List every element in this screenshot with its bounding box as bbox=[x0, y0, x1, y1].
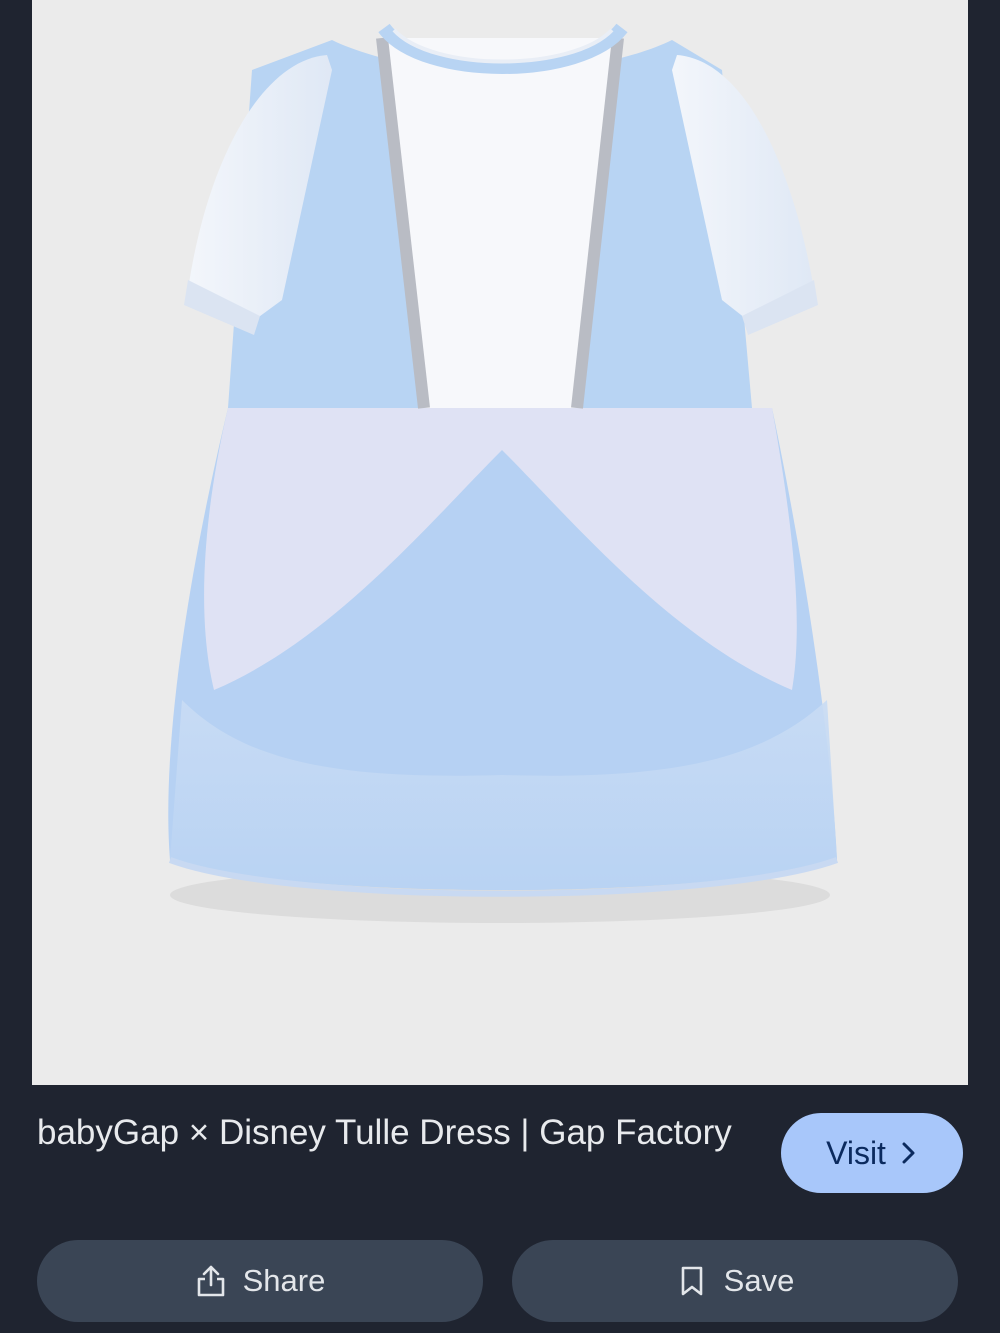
dress-illustration bbox=[168, 23, 839, 923]
bookmark-icon bbox=[681, 1266, 702, 1296]
visit-button-label: Visit bbox=[826, 1134, 886, 1171]
visit-button[interactable]: Visit bbox=[781, 1113, 963, 1193]
save-button-label: Save bbox=[723, 1263, 795, 1298]
chevron-right-icon bbox=[902, 1142, 915, 1164]
share-button[interactable]: Share bbox=[37, 1240, 483, 1322]
result-title[interactable]: babyGap × Disney Tulle Dress | Gap Facto… bbox=[37, 1110, 737, 1156]
share-icon bbox=[197, 1265, 224, 1297]
share-button-label: Share bbox=[242, 1263, 326, 1298]
save-button[interactable]: Save bbox=[512, 1240, 958, 1322]
product-image[interactable] bbox=[32, 0, 968, 1085]
